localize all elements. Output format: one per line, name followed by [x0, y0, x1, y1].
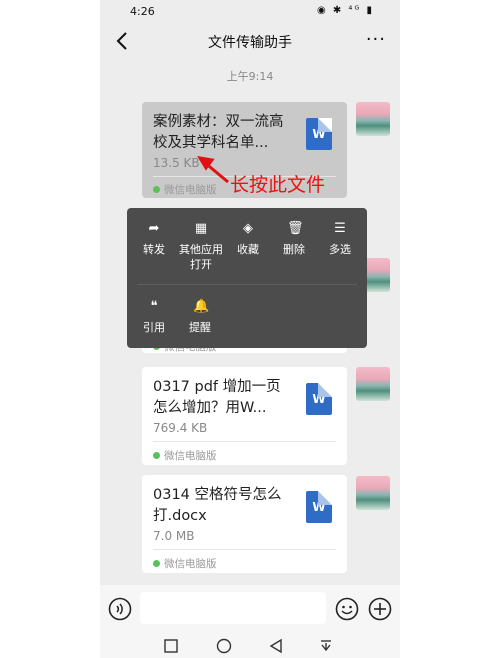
- chat-screen: 4:26 ◉ ✱ ⁴ᴳ ▮ 文件传输助手 ··· 上午9:14 案例素材：双一流…: [100, 0, 400, 658]
- menu-delete[interactable]: 🗑 删除: [269, 222, 319, 257]
- forward-icon: ➦: [148, 221, 160, 236]
- recent-apps-icon[interactable]: [164, 639, 178, 653]
- home-icon[interactable]: [216, 638, 232, 654]
- menu-remind[interactable]: 🔔 提醒: [175, 300, 225, 335]
- input-bar: [100, 585, 400, 631]
- voice-input-icon[interactable]: [108, 597, 132, 621]
- system-nav-bar: [100, 631, 400, 658]
- menu-quote[interactable]: ❝ 引用: [129, 300, 179, 335]
- message-input[interactable]: [140, 592, 326, 624]
- trash-icon: 🗑: [287, 221, 304, 236]
- grid-apps-icon: ▦: [194, 221, 208, 236]
- context-menu: ➦ 转发 ▦ 其他应用 打开 ◈ 收藏 🗑 删除 ☰ 多选 ❝ 引用 🔔 提醒: [127, 208, 367, 348]
- emoji-icon[interactable]: [335, 597, 359, 621]
- menu-divider: [137, 284, 357, 285]
- list-check-icon: ☰: [334, 221, 346, 236]
- cube-favorite-icon: ◈: [243, 221, 253, 236]
- quote-icon: ❝: [150, 299, 158, 314]
- menu-open-with-other-app[interactable]: ▦ 其他应用 打开: [175, 222, 227, 272]
- menu-forward[interactable]: ➦ 转发: [129, 222, 179, 257]
- menu-favorite[interactable]: ◈ 收藏: [223, 222, 273, 257]
- hide-keyboard-icon[interactable]: [318, 638, 334, 654]
- bell-icon: 🔔: [193, 299, 210, 314]
- menu-multi-select[interactable]: ☰ 多选: [315, 222, 365, 257]
- add-plus-icon[interactable]: [368, 597, 392, 621]
- back-triangle-icon[interactable]: [268, 638, 284, 654]
